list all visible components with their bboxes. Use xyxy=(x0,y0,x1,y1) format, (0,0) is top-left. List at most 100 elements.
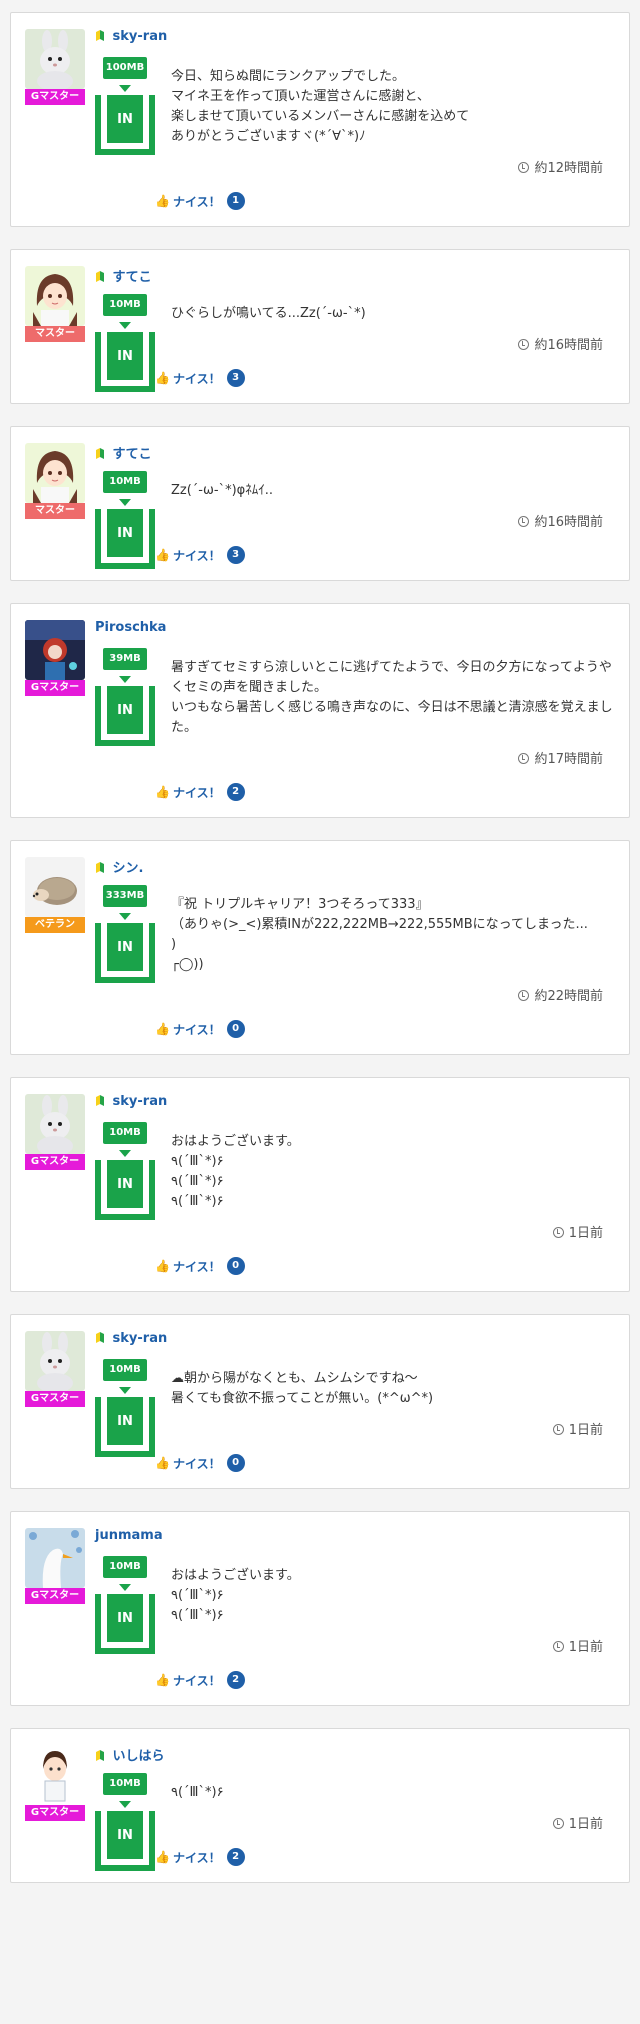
mb-badge: 333MB xyxy=(103,885,147,907)
username[interactable]: いしはら xyxy=(113,1749,165,1764)
post-time-text: 1日前 xyxy=(568,1226,603,1241)
nice-count: 0 xyxy=(226,1454,245,1472)
nice-count: 2 xyxy=(226,1848,245,1866)
avatar[interactable] xyxy=(25,1331,85,1391)
username-line[interactable]: Piroschka xyxy=(95,620,166,635)
post-card: マスター すてこ 10MB IN Zz(´-ω-`*)φﾈﾑｲ.. 約16時間前… xyxy=(10,426,630,581)
clock-icon xyxy=(552,1641,564,1652)
nice-button[interactable]: 👍 ナイス！ 3 xyxy=(155,544,617,566)
post-time-text: 約12時間前 xyxy=(534,161,603,176)
post-time-text: 約22時間前 xyxy=(534,989,603,1004)
nice-button[interactable]: 👍 ナイス！ 2 xyxy=(155,781,617,803)
clock-icon xyxy=(518,162,530,173)
post-card: Gマスター sky-ran 10MB IN ☁朝から陽がなくとも、ムシムシですね… xyxy=(10,1314,630,1489)
thumbs-up-icon: 👍 xyxy=(155,1456,170,1470)
nice-button[interactable]: 👍 ナイス！ 3 xyxy=(155,367,617,389)
in-box: IN xyxy=(95,95,155,155)
username-line[interactable]: すてこ xyxy=(95,266,152,285)
clock-icon xyxy=(518,516,530,527)
avatar-block: マスター xyxy=(25,443,85,519)
post-card: ベテラン シン. 333MB IN 『祝 トリプルキャリア！3つそろって333』… xyxy=(10,840,630,1055)
rank-badge: マスター xyxy=(25,503,85,519)
in-box: IN xyxy=(95,1811,155,1871)
nice-button[interactable]: 👍 ナイス！ 0 xyxy=(155,1255,617,1277)
avatar-block: Gマスター xyxy=(25,1331,85,1407)
username[interactable]: シン. xyxy=(113,861,144,876)
clock-icon xyxy=(518,753,530,764)
in-label: IN xyxy=(107,1160,143,1208)
thumbs-up-icon: 👍 xyxy=(155,1259,170,1273)
username-line[interactable]: sky-ran xyxy=(95,1331,167,1346)
avatar[interactable] xyxy=(25,1528,85,1588)
avatar[interactable] xyxy=(25,29,85,89)
avatar[interactable] xyxy=(25,443,85,503)
post-card: Gマスター Piroschka 39MB IN 暑すぎてセミすら涼しいとこに逃げ… xyxy=(10,603,630,818)
username-line[interactable]: sky-ran xyxy=(95,1094,167,1109)
avatar-block: Gマスター xyxy=(25,620,85,696)
username[interactable]: すてこ xyxy=(113,447,152,462)
beginner-mark-icon xyxy=(95,29,105,42)
username[interactable]: sky-ran xyxy=(113,1331,168,1346)
nice-count: 2 xyxy=(226,783,245,801)
post-time: 約22時間前 xyxy=(171,985,617,1004)
avatar-block: Gマスター xyxy=(25,29,85,105)
mb-badge: 10MB xyxy=(103,1773,147,1795)
in-label: IN xyxy=(107,686,143,734)
post-time: 約16時間前 xyxy=(171,511,617,530)
post-card: Gマスター junmama 10MB IN おはようございます。 ٩(´Ⅲ`*)… xyxy=(10,1511,630,1706)
in-label: IN xyxy=(107,1594,143,1642)
username[interactable]: junmama xyxy=(95,1528,163,1543)
username-line[interactable]: シン. xyxy=(95,857,143,876)
in-label: IN xyxy=(107,923,143,971)
in-label: IN xyxy=(107,1397,143,1445)
username-line[interactable]: junmama xyxy=(95,1528,163,1543)
username-line[interactable]: sky-ran xyxy=(95,29,167,44)
post-message: ☁朝から陽がなくとも、ムシムシですね〜 暑くても食欲不振ってことが無い。(*^ω… xyxy=(171,1371,434,1406)
username[interactable]: Piroschka xyxy=(95,620,166,635)
thumbs-up-icon: 👍 xyxy=(155,1673,170,1687)
post-content: Zz(´-ω-`*)φﾈﾑｲ.. 約16時間前 👍 ナイス！ 3 xyxy=(155,443,617,566)
mb-badge: 100MB xyxy=(103,57,147,79)
username[interactable]: sky-ran xyxy=(113,29,168,44)
post-card: Gマスター いしはら 10MB IN ٩(´Ⅲ`*)۶ 1日前 👍 ナイス！ 2 xyxy=(10,1728,630,1883)
username-line[interactable]: すてこ xyxy=(95,443,152,462)
nice-button[interactable]: 👍 ナイス！ 1 xyxy=(155,190,617,212)
in-label: IN xyxy=(107,509,143,557)
mb-badge: 39MB xyxy=(103,648,147,670)
avatar[interactable] xyxy=(25,1745,85,1805)
arrow-down-icon xyxy=(119,1150,131,1157)
avatar[interactable] xyxy=(25,1094,85,1154)
username[interactable]: sky-ran xyxy=(113,1094,168,1109)
username[interactable]: すてこ xyxy=(113,270,152,285)
nice-count: 3 xyxy=(226,546,245,564)
avatar[interactable] xyxy=(25,620,85,680)
arrow-down-icon xyxy=(119,913,131,920)
rank-badge: ベテラン xyxy=(25,917,85,933)
arrow-down-icon xyxy=(119,1801,131,1808)
post-time-text: 1日前 xyxy=(568,1423,603,1438)
nice-count: 0 xyxy=(226,1020,245,1038)
avatar[interactable] xyxy=(25,857,85,917)
username-line[interactable]: いしはら xyxy=(95,1745,165,1764)
nice-label: ナイス！ xyxy=(172,785,221,800)
in-label: IN xyxy=(107,332,143,380)
post-message: 今日、知らぬ間にランクアップでした。 マイネ王を作って頂いた運営さんに感謝と、 … xyxy=(171,69,470,144)
post-message: 暑すぎてセミすら涼しいとこに逃げてたようで、今日の夕方になってようやくセミの声を… xyxy=(171,660,613,735)
clock-icon xyxy=(552,1424,564,1435)
in-box: IN xyxy=(95,923,155,983)
mb-badge: 10MB xyxy=(103,1359,147,1381)
arrow-down-icon xyxy=(119,1584,131,1591)
nice-button[interactable]: 👍 ナイス！ 0 xyxy=(155,1452,617,1474)
post-message: 『祝 トリプルキャリア！3つそろって333』 （ありゃ(>_<)累積INが222… xyxy=(171,897,588,972)
avatar-block: Gマスター xyxy=(25,1094,85,1170)
beginner-mark-icon xyxy=(95,1749,105,1762)
avatar[interactable] xyxy=(25,266,85,326)
nice-button[interactable]: 👍 ナイス！ 0 xyxy=(155,1018,617,1040)
beginner-mark-icon xyxy=(95,1094,105,1107)
nice-button[interactable]: 👍 ナイス！ 2 xyxy=(155,1846,617,1868)
post-content: 今日、知らぬ間にランクアップでした。 マイネ王を作って頂いた運営さんに感謝と、 … xyxy=(155,29,617,212)
nice-button[interactable]: 👍 ナイス！ 2 xyxy=(155,1669,617,1691)
arrow-down-icon xyxy=(119,1387,131,1394)
beginner-mark-icon xyxy=(95,1331,105,1344)
rank-badge: Gマスター xyxy=(25,1391,85,1407)
